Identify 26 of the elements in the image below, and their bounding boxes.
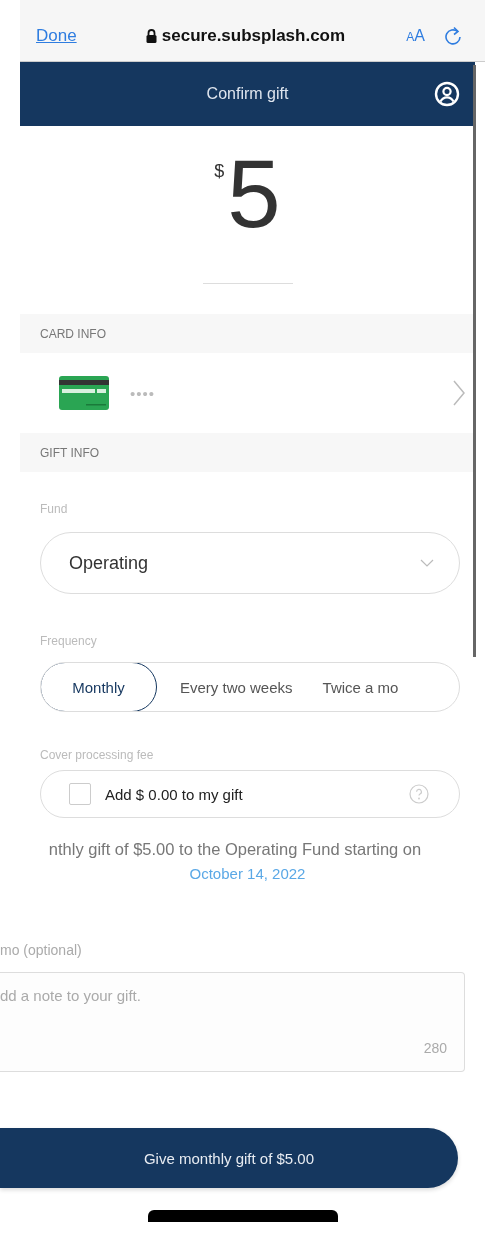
field-label: mo (optional) (0, 942, 83, 958)
url-text[interactable]: secure.subsplash.com (161, 25, 346, 46)
reload-icon[interactable] (445, 25, 463, 46)
submit-button[interactable]: Give monthly gift of $5.00 (0, 1128, 458, 1188)
page-title: Confirm gift (206, 85, 289, 103)
section-heading: CARD INFO (40, 326, 106, 341)
character-counter: 280 (423, 1040, 447, 1056)
amount-value[interactable]: 5 (227, 146, 281, 242)
text-size-button[interactable]: AA (406, 26, 425, 45)
section-heading: GIFT INFO (40, 445, 100, 460)
masked-card-number: •••• (130, 384, 156, 402)
field-label: Frequency (40, 634, 98, 648)
checkbox[interactable] (69, 783, 91, 805)
field-label: Fund (40, 502, 69, 516)
frequency-option[interactable]: Twice a mo (321, 663, 400, 711)
frequency-option[interactable]: Every two weeks (169, 663, 304, 711)
done-link[interactable]: Done (36, 25, 77, 46)
currency-symbol: $ (214, 161, 225, 182)
checkbox-label: Add $ 0.00 to my gift (105, 785, 244, 803)
account-icon[interactable] (434, 81, 460, 107)
chevron-right-icon (453, 380, 465, 406)
summary-text: nthly gift of $5.00 to the Operating Fund starting on (47, 840, 423, 859)
credit-card-icon (59, 376, 109, 410)
field-label: Cover processing fee (40, 748, 155, 762)
chevron-down-icon (420, 559, 434, 567)
lock-icon (145, 28, 157, 43)
